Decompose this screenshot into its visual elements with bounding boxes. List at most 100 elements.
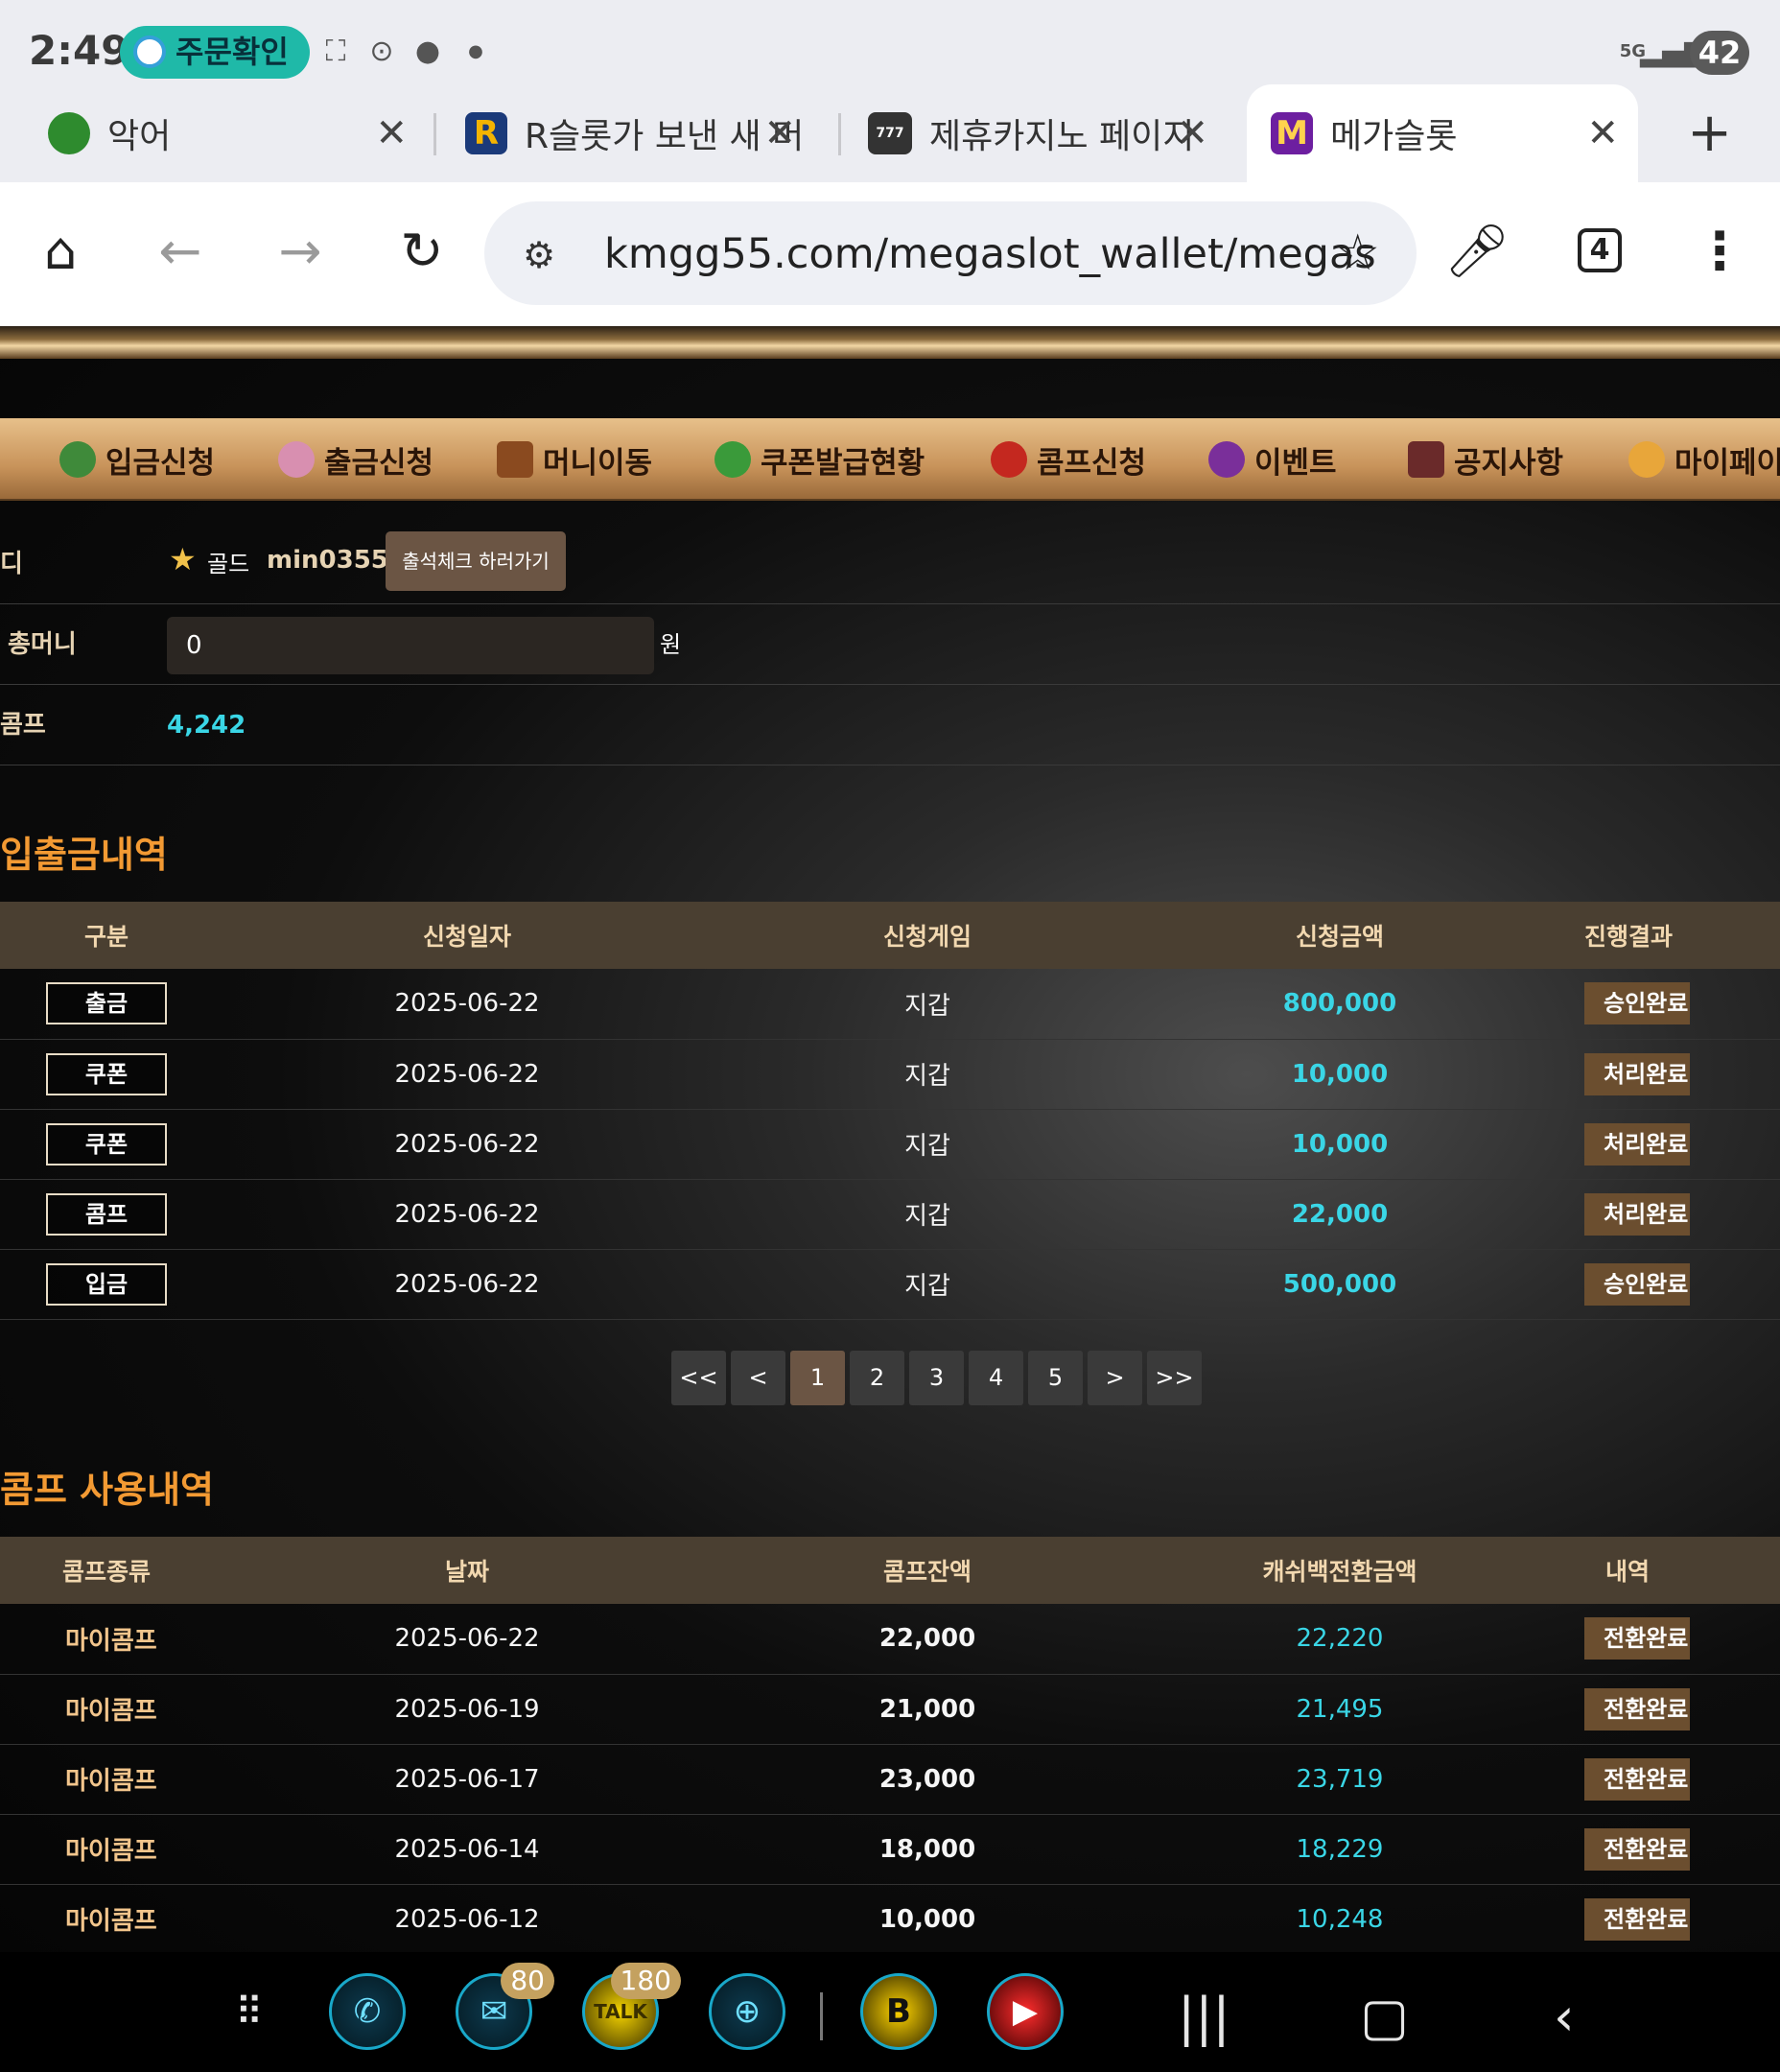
type-tag: 콤프: [46, 1192, 167, 1236]
page-next-button[interactable]: >: [1088, 1351, 1142, 1405]
phone-app[interactable]: ✆: [329, 1973, 406, 2050]
apps-grid-icon[interactable]: ⠿: [235, 1990, 265, 2035]
header-gold-strip: [0, 326, 1780, 359]
menu-label: 머니이동: [543, 445, 653, 481]
status-badge: 전환완료: [1584, 1827, 1690, 1871]
comp-type-cell: 마이콤프: [0, 1604, 213, 1675]
page-1-button[interactable]: 1: [790, 1351, 845, 1405]
date-cell: 2025-06-22: [213, 1249, 721, 1320]
page-2-button[interactable]: 2: [850, 1351, 904, 1405]
id-label: 디: [0, 550, 23, 578]
browser-app[interactable]: ⊕: [709, 1973, 785, 2050]
table-row: 마이콤프 2025-06-22 22,000 22,220 전환완료: [0, 1604, 1780, 1675]
status-badge: 전환완료: [1584, 1897, 1690, 1941]
recent-apps-icon[interactable]: |||: [1178, 1987, 1230, 2047]
type-tag: 쿠폰: [46, 1052, 167, 1095]
comp-type-cell: 마이콤프: [0, 1814, 213, 1885]
crocodile-icon: [48, 112, 90, 154]
attendance-check-button[interactable]: 출석체크 하러가기: [386, 531, 566, 591]
youtube-app[interactable]: ▶: [987, 1973, 1064, 2050]
money-unit: 원: [660, 631, 682, 658]
menu-label: 쿠폰발급현황: [761, 445, 925, 481]
close-tab-icon[interactable]: ✕: [375, 111, 408, 155]
slot-favicon-icon: 777: [868, 112, 912, 154]
menu-coupon-status[interactable]: 쿠폰발급현황: [714, 418, 925, 501]
menu-money-transfer[interactable]: 머니이동: [497, 418, 652, 501]
cashback-cell: 21,495: [1134, 1674, 1546, 1745]
address-bar[interactable]: ⚙ kmgg55.com/megaslot_wallet/megas ☆: [484, 201, 1417, 305]
col-header: 신청일자: [213, 902, 721, 969]
amount-cell: 500,000: [1134, 1249, 1546, 1320]
date-cell: 2025-06-17: [213, 1744, 721, 1815]
b-app[interactable]: B: [860, 1973, 937, 2050]
menu-event[interactable]: 이벤트: [1208, 418, 1337, 501]
system-nav-bar: ⠿ ✆ ✉ 80 TALK 180 ⊕ B ▶ ||| ▢ ‹: [0, 1952, 1780, 2072]
home-nav-icon[interactable]: ▢: [1360, 1987, 1409, 2047]
balance-cell: 23,000: [721, 1744, 1134, 1815]
info-row-money: 총머니 0 원: [0, 604, 1780, 685]
kakaotalk-app[interactable]: TALK 180: [582, 1963, 681, 2050]
notification-pill-label: 주문확인: [176, 34, 289, 70]
site-settings-icon[interactable]: ⚙: [523, 234, 555, 276]
table-row: 출금 2025-06-22 지갑 800,000 승인완료: [0, 969, 1780, 1040]
menu-deposit[interactable]: 입금신청: [59, 418, 215, 501]
balance-cell: 21,000: [721, 1674, 1134, 1745]
game-cell: 지갑: [721, 1179, 1134, 1250]
tab-4-active[interactable]: M 메가슬롯 ✕: [1247, 84, 1638, 182]
url-text[interactable]: kmgg55.com/megaslot_wallet/megas: [604, 230, 1376, 278]
tab-1[interactable]: 악어 ✕: [48, 84, 427, 182]
browser-toolbar: ⌂ ← → ↻ ⚙ kmgg55.com/megaslot_wallet/meg…: [0, 182, 1780, 326]
close-tab-icon[interactable]: ✕: [1176, 111, 1208, 155]
transactions-title: 입출금내역: [0, 834, 168, 876]
phone-icon: ✆: [353, 1992, 382, 2031]
page-4-button[interactable]: 4: [969, 1351, 1023, 1405]
more-menu-icon[interactable]: ⋮: [1686, 221, 1753, 281]
total-money-field[interactable]: 0: [167, 617, 654, 674]
tab-2[interactable]: R R슬롯가 보낸 새 머 ✕: [465, 84, 815, 182]
page-prev-button[interactable]: <: [731, 1351, 785, 1405]
col-header: 신청게임: [721, 902, 1134, 969]
col-header: 콤프종류: [0, 1537, 213, 1604]
home-icon[interactable]: ⌂: [27, 221, 94, 281]
new-tab-icon[interactable]: +: [1687, 102, 1732, 164]
status-badge: 승인완료: [1584, 1262, 1690, 1306]
page-3-button[interactable]: 3: [909, 1351, 964, 1405]
menu-mypage[interactable]: 마이페이지: [1628, 418, 1780, 501]
back-nav-icon[interactable]: ‹: [1554, 1987, 1575, 2047]
bonus-icon: [714, 441, 751, 478]
close-tab-icon[interactable]: ✕: [1586, 111, 1619, 155]
tab-count-button[interactable]: 4: [1578, 228, 1622, 272]
page-5-button[interactable]: 5: [1028, 1351, 1083, 1405]
comp-history-title: 콤프 사용내역: [0, 1469, 214, 1511]
chat-bubble-icon: ●: [414, 35, 441, 68]
page-first-button[interactable]: <<: [671, 1351, 726, 1405]
cashback-cell: 23,719: [1134, 1744, 1546, 1815]
bookmark-star-icon[interactable]: ☆: [1335, 224, 1380, 282]
close-tab-icon[interactable]: ✕: [763, 111, 796, 155]
col-header: 구분: [0, 902, 213, 969]
browser-icon: ⊕: [733, 1992, 761, 2031]
menu-withdraw[interactable]: 출금신청: [278, 418, 433, 501]
table-row: 쿠폰 2025-06-22 지갑 10,000 처리완료: [0, 1109, 1780, 1180]
treasure-chest-icon: [497, 441, 533, 478]
tab-separator: [433, 113, 436, 155]
date-cell: 2025-06-14: [213, 1814, 721, 1885]
menu-notice[interactable]: 공지사항: [1408, 418, 1563, 501]
screenshot-icon: ⛶: [325, 35, 346, 68]
comp-type-cell: 마이콤프: [0, 1884, 213, 1952]
game-cell: 지갑: [721, 1109, 1134, 1180]
microphone-icon[interactable]: 🎤︎: [1443, 221, 1511, 282]
tab-3[interactable]: 777 제휴카지노 페이지 ✕: [868, 84, 1228, 182]
table-row: 콤프 2025-06-22 지갑 22,000 처리완료: [0, 1179, 1780, 1250]
notification-pill[interactable]: 주문확인: [120, 26, 310, 79]
reload-icon[interactable]: ↻: [388, 221, 456, 281]
status-badge: 처리완료: [1584, 1192, 1690, 1236]
page-last-button[interactable]: >>: [1147, 1351, 1202, 1405]
back-icon[interactable]: ←: [147, 221, 214, 281]
menu-label: 출금신청: [324, 445, 434, 481]
forward-icon[interactable]: →: [267, 221, 334, 281]
money-label: 총머니: [8, 630, 77, 659]
messages-app[interactable]: ✉ 80: [456, 1963, 554, 2050]
menu-comp-request[interactable]: 콤프신청: [991, 418, 1146, 501]
table-row: 마이콤프 2025-06-17 23,000 23,719 전환완료: [0, 1744, 1780, 1815]
